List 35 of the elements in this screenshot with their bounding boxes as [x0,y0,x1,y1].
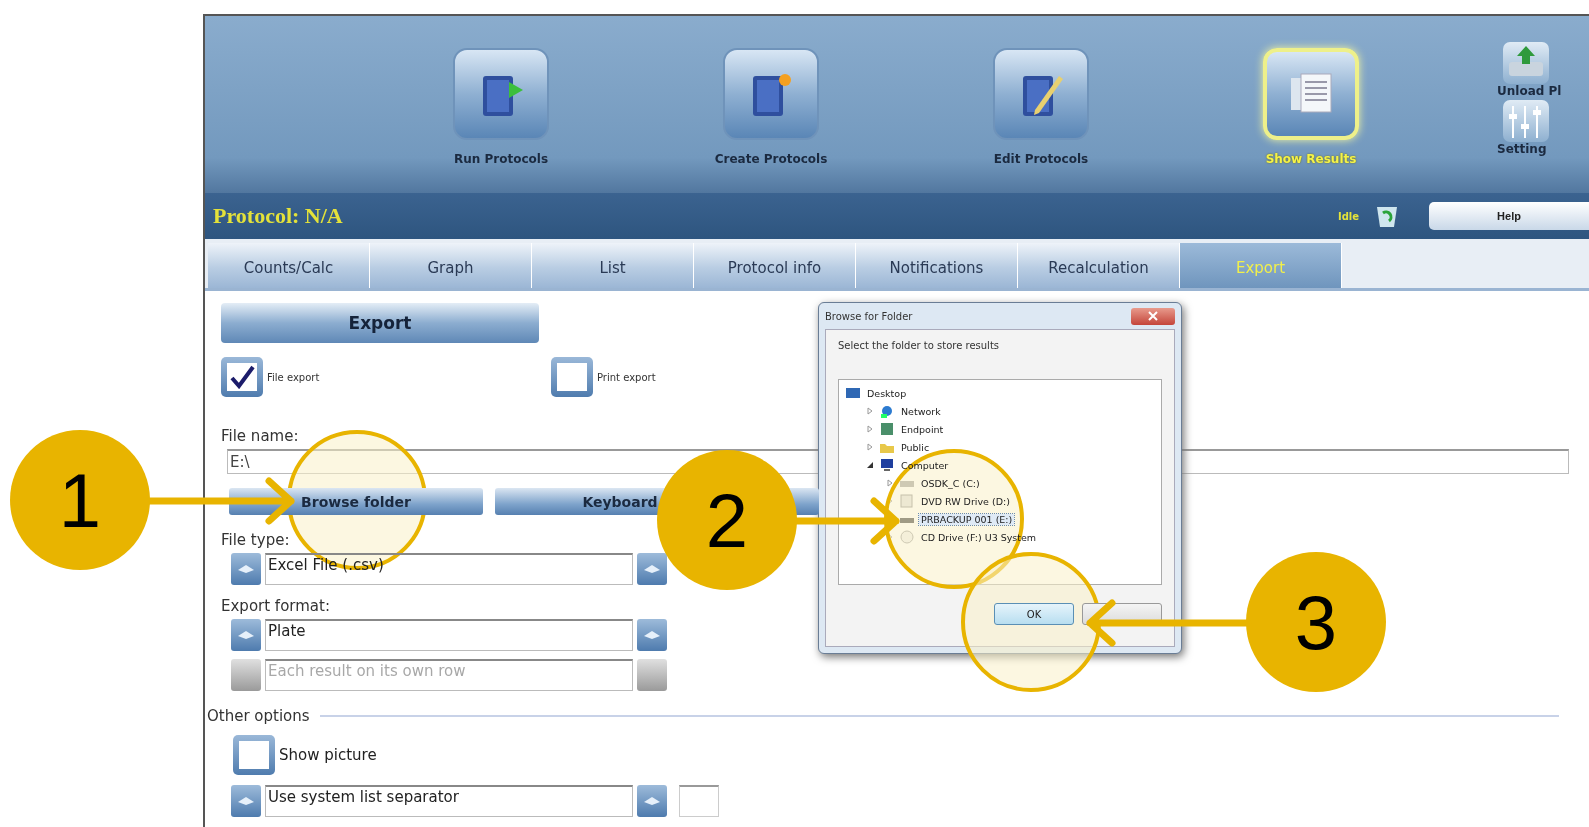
help-button[interactable]: Help [1429,202,1589,230]
dropdown-field[interactable]: Plate [265,619,633,651]
tab[interactable]: Recalculation [1018,243,1180,288]
dropdown-field[interactable]: Use system list separator [265,785,633,817]
status-text: Idle [1337,210,1359,222]
toolbar-button[interactable]: Setting [1497,100,1589,156]
section-label: Other options [207,707,310,725]
tab[interactable]: Notifications [856,243,1018,288]
checkbox-label: Print export [597,371,656,383]
tree-item[interactable]: Desktop [865,387,909,399]
tree-item[interactable]: Public [899,441,932,453]
tree-item[interactable]: Network [899,405,943,417]
dialog-title: Browse for Folder [825,310,913,322]
toolbar-button[interactable]: Edit Protocols [910,16,1172,167]
tab[interactable]: Counts/Calc [208,243,370,288]
toolbar-button[interactable]: Run Protocols [370,16,632,167]
tree-item[interactable]: Endpoint [899,423,946,435]
checkbox-label: File export [267,371,320,383]
tab[interactable]: Protocol info [694,243,856,288]
export-header-button[interactable]: Export [221,303,539,343]
dialog-prompt: Select the folder to store results [838,340,1000,351]
tree-item[interactable]: DVD RW Drive (D:) [919,495,1012,507]
tab[interactable]: Graph [370,243,532,288]
field-label: File name: [221,427,299,445]
checkbox-label: Show picture [279,746,377,764]
ok-button[interactable]: OK [994,603,1074,625]
toolbar-button[interactable]: Create Protocols [640,16,902,167]
tab[interactable]: List [532,243,694,288]
toolbar-button[interactable]: Unload Pl [1497,42,1589,98]
protocol-title: Protocol: N/A [213,203,344,229]
tree-item[interactable]: OSDK_C (C:) [919,477,982,489]
field-label: Export format: [221,597,330,615]
field-label: File type: [221,531,290,549]
callout-number: 1 [10,430,150,570]
tree-item[interactable]: PRBACKUP 001 (E:) [919,513,1015,525]
